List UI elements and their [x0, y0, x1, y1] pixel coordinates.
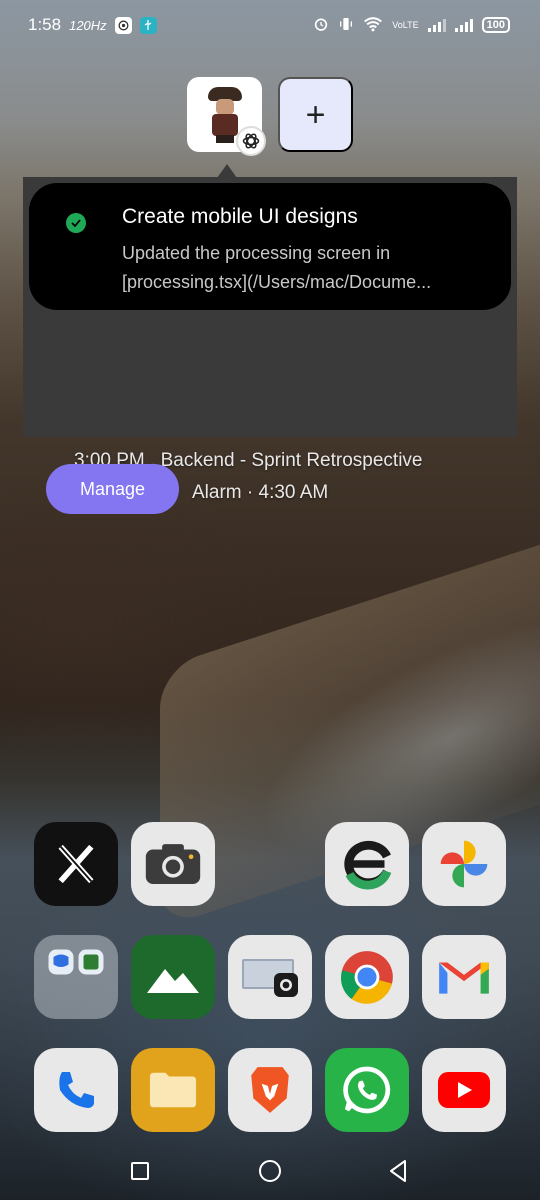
files-icon[interactable]	[131, 1048, 215, 1132]
status-left: 1:58 120Hz	[28, 15, 157, 35]
openai-notification-icon	[114, 16, 132, 34]
notification-title: Create mobile UI designs	[122, 205, 358, 228]
expensify-icon[interactable]	[325, 822, 409, 906]
alarm-text: Alarm · 4:30 AM	[192, 482, 329, 503]
brave-icon[interactable]	[228, 1048, 312, 1132]
status-right: VoLTE 100	[313, 16, 510, 35]
back-button[interactable]	[388, 1159, 408, 1183]
add-button[interactable]: +	[278, 77, 353, 152]
home-button[interactable]	[259, 1160, 281, 1182]
volte-indicator: VoLTE	[392, 19, 419, 30]
manage-button[interactable]: Manage	[46, 464, 179, 514]
notification-body: Updated the processing screen in [proces…	[122, 239, 487, 297]
gmail-icon[interactable]	[422, 935, 506, 1019]
wifi-icon	[363, 16, 383, 35]
battery-indicator: 100	[481, 17, 510, 33]
chrome-icon[interactable]	[325, 935, 409, 1019]
signal-icon-1	[427, 18, 446, 32]
whatsapp-icon[interactable]	[325, 1048, 409, 1132]
signal-icon-2	[454, 18, 473, 32]
folder-icon[interactable]	[34, 935, 118, 1019]
openai-logo-icon	[236, 126, 266, 156]
screen-mirror-icon[interactable]	[228, 935, 312, 1019]
recents-button[interactable]	[131, 1162, 149, 1180]
youtube-icon[interactable]	[422, 1048, 506, 1132]
status-time: 1:58	[28, 15, 62, 34]
usb-icon	[139, 16, 157, 34]
alarm-icon	[313, 16, 329, 35]
refresh-rate-indicator: 120Hz	[69, 17, 107, 33]
google-photos-icon[interactable]	[422, 822, 506, 906]
navigation-bar	[0, 1142, 540, 1200]
status-bar: 1:58 120Hz VoLTE 100	[0, 0, 540, 50]
check-icon	[66, 213, 86, 233]
notification-body-line2: [processing.tsx](/Users/mac/Docume...	[122, 272, 432, 292]
vibrate-icon	[338, 16, 354, 35]
mountain-app-icon[interactable]	[131, 935, 215, 1019]
camera-icon[interactable]	[131, 822, 215, 906]
popup-caret	[217, 164, 237, 178]
x-icon[interactable]	[34, 822, 118, 906]
task-notification[interactable]: Create mobile UI designs Updated the pro…	[29, 183, 511, 310]
notification-body-line1: Updated the processing screen in	[122, 243, 391, 263]
phone-icon[interactable]	[34, 1048, 118, 1132]
